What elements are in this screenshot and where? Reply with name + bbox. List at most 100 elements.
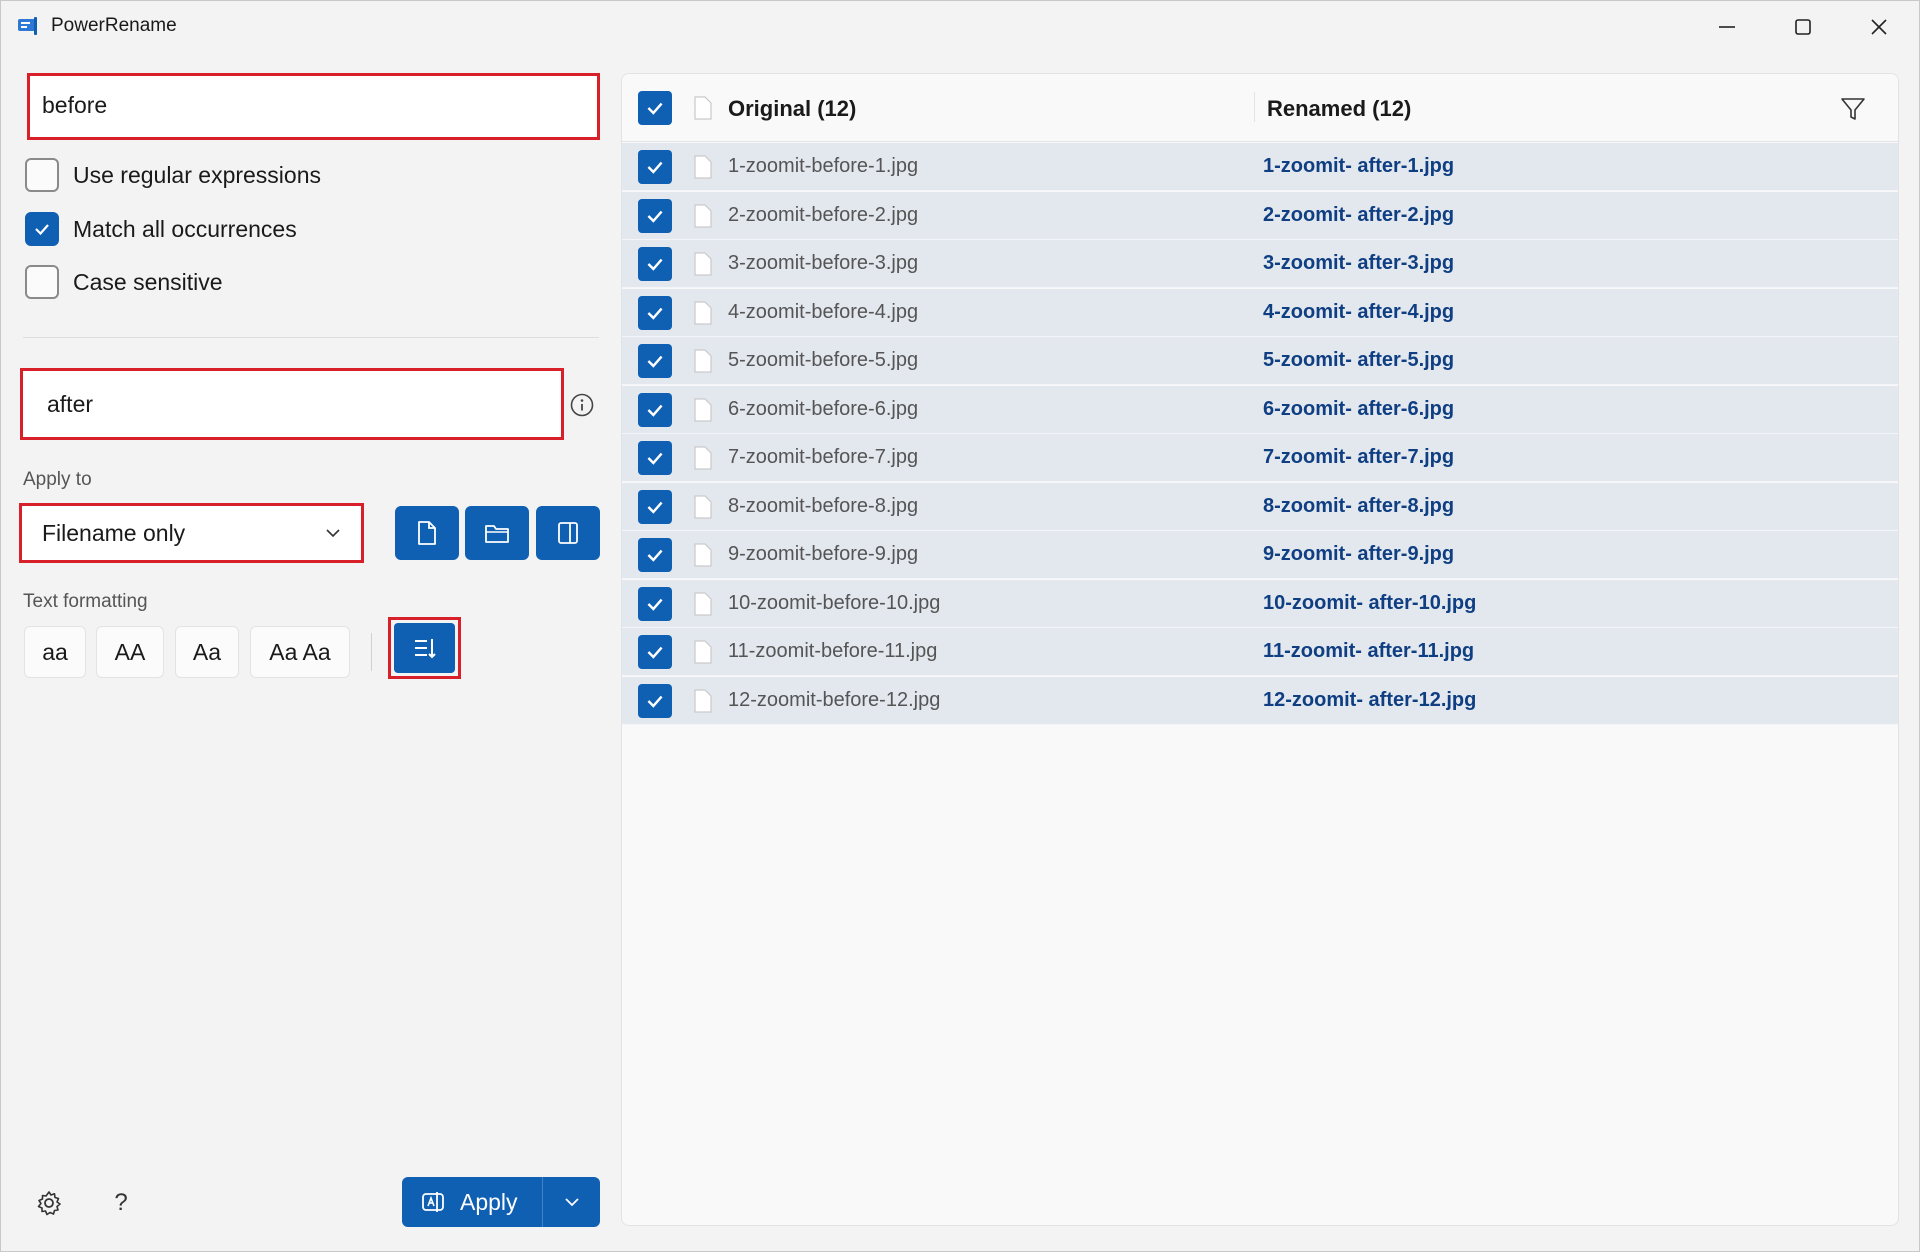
table-row[interactable]: 6-zoomit-before-6.jpg 6-zoomit- after-6.j… — [622, 385, 1898, 434]
table-row[interactable]: 10-zoomit-before-10.jpg 10-zoomit- after-… — [622, 579, 1898, 628]
table-row[interactable]: 5-zoomit-before-5.jpg 5-zoomit- after-5.j… — [622, 337, 1898, 385]
original-filename: 8-zoomit-before-8.jpg — [728, 494, 919, 517]
apply-to-dropdown[interactable]: Filename only — [19, 503, 364, 563]
row-checkbox[interactable] — [638, 247, 672, 281]
option-match-all[interactable]: Match all occurrences — [25, 211, 297, 247]
help-button[interactable]: ? — [105, 1187, 137, 1219]
rename-icon — [422, 1192, 444, 1212]
subfolder-icon — [558, 522, 578, 544]
row-checkbox[interactable] — [638, 635, 672, 669]
original-filename: 2-zoomit-before-2.jpg — [728, 203, 919, 226]
table-row[interactable]: 2-zoomit-before-2.jpg 2-zoomit- after-2.j… — [622, 191, 1898, 240]
powerrename-app-icon — [18, 17, 37, 35]
row-checkbox[interactable] — [638, 198, 672, 233]
apply-to-selected: Filename only — [42, 519, 186, 546]
option-use-regex[interactable]: Use regular expressions — [25, 157, 321, 193]
renamed-filename: 2-zoomit- after-2.jpg — [1263, 203, 1455, 226]
minimize-icon — [1719, 26, 1735, 28]
close-button[interactable] — [1849, 9, 1909, 45]
row-checkbox[interactable] — [638, 683, 672, 718]
enumerate-icon — [414, 639, 436, 659]
apply-options-dropdown[interactable] — [543, 1197, 600, 1207]
uppercase-button[interactable]: AA — [96, 626, 164, 678]
checkmark-icon — [647, 307, 663, 320]
file-type-icon — [694, 591, 712, 616]
renamed-filename: 1-zoomit- after-1.jpg — [1263, 155, 1455, 177]
column-separator — [1254, 92, 1255, 122]
minimize-button[interactable] — [1697, 9, 1757, 45]
checkmark-icon — [647, 598, 663, 611]
renamed-filename: 9-zoomit- after-9.jpg — [1263, 543, 1455, 565]
table-row[interactable]: 1-zoomit-before-1.jpg 1-zoomit- after-1.j… — [622, 143, 1898, 191]
checkmark-icon — [647, 646, 663, 659]
title-bar: PowerRename — [1, 1, 1919, 53]
renamed-filename: 5-zoomit- after-5.jpg — [1263, 349, 1455, 371]
titlecase-button[interactable]: Aa — [175, 626, 239, 678]
file-type-icon — [694, 155, 712, 179]
renamed-filename: 8-zoomit- after-8.jpg — [1263, 494, 1455, 517]
renamed-filename: 7-zoomit- after-7.jpg — [1263, 446, 1455, 468]
table-row[interactable]: 4-zoomit-before-4.jpg 4-zoomit- after-4.j… — [622, 288, 1898, 337]
list-header: Original (12) Renamed (12) — [622, 74, 1898, 142]
row-checkbox[interactable] — [638, 392, 672, 427]
original-filename: 5-zoomit-before-5.jpg — [728, 349, 919, 371]
case-sensitive-label: Case sensitive — [73, 268, 223, 295]
checkmark-icon — [647, 102, 663, 115]
folder-icon — [485, 525, 509, 543]
regex-checkbox[interactable] — [25, 158, 59, 192]
file-type-icon — [694, 543, 712, 567]
option-case-sensitive[interactable]: Case sensitive — [25, 264, 223, 300]
file-type-icon — [694, 640, 712, 664]
table-row[interactable]: 11-zoomit-before-11.jpg 11-zoomit- after-… — [622, 628, 1898, 676]
regex-label: Use regular expressions — [73, 161, 322, 188]
info-icon[interactable] — [569, 392, 595, 418]
checkmark-icon — [647, 501, 663, 514]
apply-label: Apply — [460, 1188, 518, 1215]
renamed-filename: 11-zoomit- after-11.jpg — [1263, 640, 1475, 662]
table-row[interactable]: 12-zoomit-before-12.jpg 12-zoomit- after-… — [622, 676, 1898, 725]
table-row[interactable]: 9-zoomit-before-9.jpg 9-zoomit- after-9.j… — [622, 531, 1898, 579]
checkmark-icon — [647, 549, 663, 562]
original-column-header[interactable]: Original (12) — [728, 96, 856, 122]
lowercase-button[interactable]: aa — [24, 626, 86, 678]
close-icon — [1871, 19, 1887, 35]
row-checkbox[interactable] — [638, 344, 672, 378]
case-sensitive-checkbox[interactable] — [25, 265, 59, 299]
enumerate-button[interactable] — [394, 623, 455, 673]
apply-split-button[interactable]: Apply — [402, 1177, 600, 1227]
filter-icon[interactable] — [1840, 96, 1866, 122]
table-row[interactable]: 8-zoomit-before-8.jpg 8-zoomit- after-8.j… — [622, 482, 1898, 531]
replace-input[interactable]: after — [20, 368, 564, 440]
row-checkbox[interactable] — [638, 489, 672, 524]
checkmark-icon — [647, 210, 663, 223]
renamed-filename: 4-zoomit- after-4.jpg — [1263, 300, 1455, 323]
include-folders-button[interactable] — [465, 506, 529, 560]
table-row[interactable]: 7-zoomit-before-7.jpg 7-zoomit- after-7.j… — [622, 434, 1898, 482]
row-checkbox[interactable] — [638, 586, 672, 621]
checkmark-icon — [647, 695, 663, 708]
select-all-checkbox[interactable] — [638, 91, 672, 125]
table-row[interactable]: 3-zoomit-before-3.jpg 3-zoomit- after-3.j… — [622, 240, 1898, 288]
row-checkbox[interactable] — [638, 295, 672, 330]
checkmark-icon — [647, 161, 663, 174]
apply-button[interactable]: Apply — [402, 1177, 542, 1227]
row-checkbox[interactable] — [638, 441, 672, 475]
row-checkbox[interactable] — [638, 150, 672, 184]
include-subfolders-button[interactable] — [536, 506, 600, 560]
settings-button[interactable] — [33, 1187, 65, 1219]
maximize-button[interactable] — [1773, 9, 1833, 45]
original-filename: 9-zoomit-before-9.jpg — [728, 543, 919, 565]
maximize-icon — [1795, 19, 1811, 35]
row-checkbox[interactable] — [638, 538, 672, 572]
capitalize-each-word-button[interactable]: Aa Aa — [250, 626, 350, 678]
file-icon — [418, 521, 436, 545]
file-type-icon — [694, 397, 712, 422]
checkmark-icon — [647, 355, 663, 368]
file-type-icon — [694, 252, 712, 276]
original-filename: 11-zoomit-before-11.jpg — [728, 640, 938, 662]
match-all-checkbox[interactable] — [25, 212, 59, 246]
include-files-button[interactable] — [395, 506, 459, 560]
renamed-column-header[interactable]: Renamed (12) — [1267, 96, 1411, 122]
original-filename: 10-zoomit-before-10.jpg — [728, 591, 941, 614]
search-input[interactable]: before — [27, 73, 600, 140]
